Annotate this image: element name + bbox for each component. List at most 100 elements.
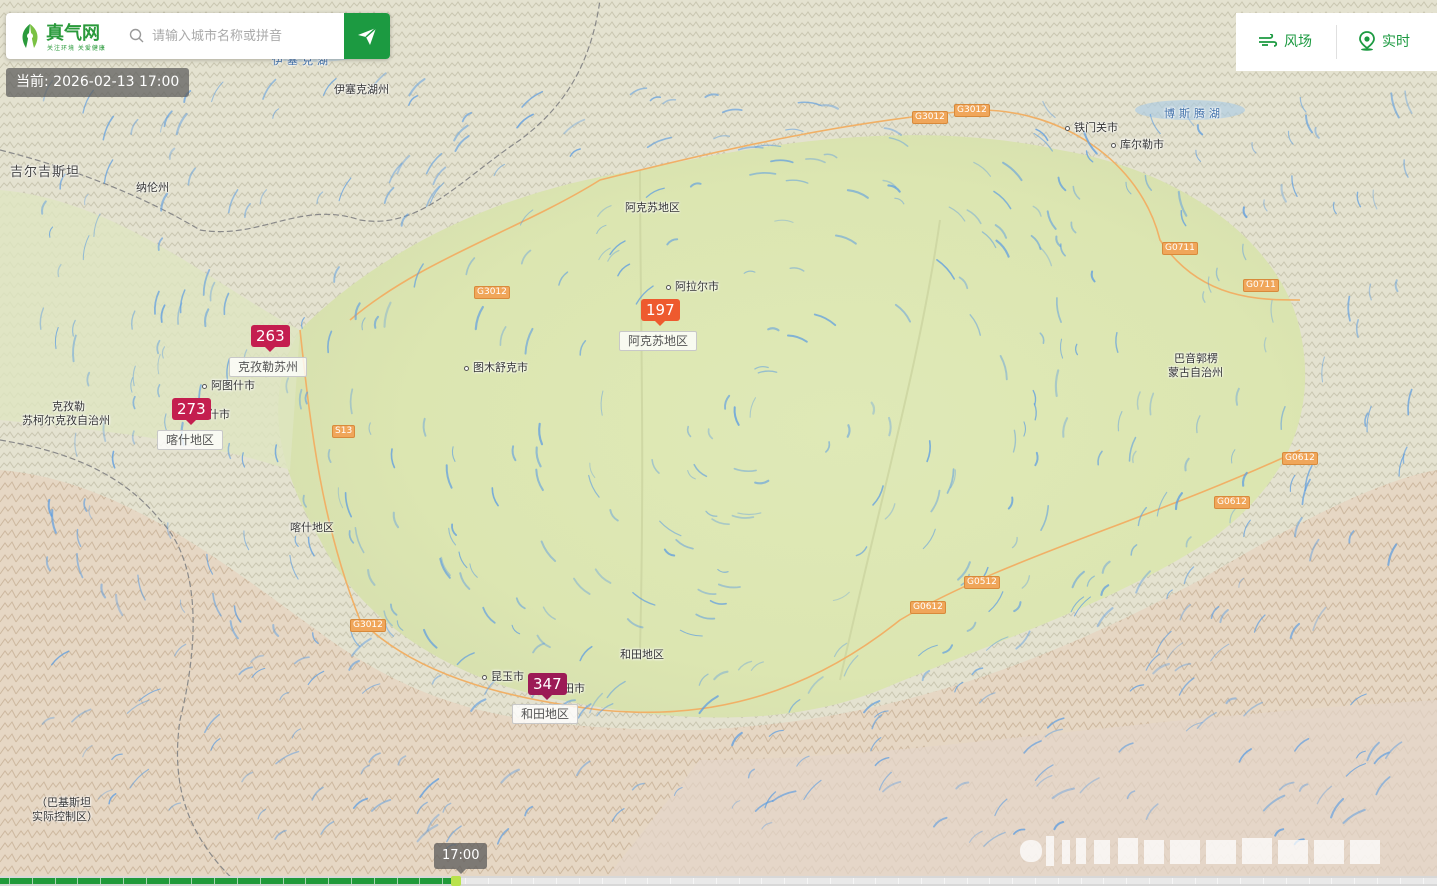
- wind-streak: [999, 355, 1008, 381]
- wind-streak: [451, 523, 457, 536]
- wind-streak: [651, 459, 660, 474]
- timeline-slider[interactable]: [0, 876, 1437, 886]
- wind-streak: [711, 518, 730, 526]
- wind-streak: [241, 771, 254, 783]
- wind-streak: [993, 190, 1012, 210]
- wind-streak: [392, 511, 400, 529]
- send-icon: [358, 27, 377, 45]
- wind-streak: [926, 440, 931, 463]
- wind-streak: [1055, 235, 1062, 248]
- wind-streak: [1023, 421, 1026, 437]
- wind-streak: [45, 556, 51, 572]
- brand-logo[interactable]: 真气网 关注环境 关爱健康: [16, 19, 124, 53]
- wind-streak: [496, 828, 510, 845]
- wind-streak: [1407, 388, 1413, 416]
- wind-streak: [432, 166, 447, 186]
- wind-streak: [894, 303, 912, 323]
- wind-streak: [1179, 603, 1191, 621]
- wind-streak: [1242, 243, 1247, 261]
- wind-streak: [1263, 199, 1268, 212]
- wind-streak: [1347, 295, 1351, 322]
- timeline-tick: [397, 878, 398, 884]
- realtime-button[interactable]: 实时: [1358, 13, 1410, 71]
- wind-streak: [348, 659, 360, 671]
- wind-streak: [1156, 491, 1168, 517]
- search-button[interactable]: [344, 13, 390, 59]
- wind-streak: [884, 503, 896, 520]
- wind-streak: [887, 416, 892, 437]
- wind-streak: [833, 642, 848, 658]
- wind-streak: [354, 302, 361, 321]
- wind-streak: [1287, 130, 1294, 145]
- timeline-tick: [374, 878, 375, 884]
- aqi-region-akesu[interactable]: 阿克苏地区: [619, 331, 698, 351]
- wind-streak: [1053, 820, 1065, 831]
- label-bayingol-1: 巴音郭楞: [1174, 352, 1218, 365]
- timeline-tick: [283, 878, 284, 884]
- wind-streak: [805, 158, 826, 164]
- wind-streak: [111, 450, 116, 469]
- aqi-marker-kizilsu[interactable]: 263: [251, 325, 290, 352]
- wind-streak: [1384, 741, 1403, 760]
- wind-streak: [589, 692, 604, 714]
- wind-streak: [1278, 781, 1295, 791]
- wind-streak: [161, 346, 166, 359]
- aqi-region-hotan[interactable]: 和田地区: [512, 704, 579, 724]
- search-panel: 真气网 关注环境 关爱健康: [6, 13, 390, 59]
- timeline-tick: [693, 878, 694, 884]
- wind-streak: [1251, 141, 1257, 154]
- wind-streak: [930, 489, 941, 513]
- wind-streak: [1083, 130, 1098, 155]
- wind-streak: [524, 805, 534, 817]
- timeline-tick: [921, 878, 922, 884]
- brand-name: 真气网: [46, 23, 100, 44]
- aqi-marker-kashi[interactable]: 273: [172, 398, 211, 425]
- timeline-tick: [761, 878, 762, 884]
- wind-streak: [717, 568, 729, 573]
- wind-streak: [1309, 538, 1320, 562]
- wind-streak: [770, 159, 794, 164]
- aqi-marker-hotan[interactable]: 347: [528, 673, 567, 700]
- label-alaer: 阿拉尔市: [666, 280, 719, 293]
- wind-streak: [1057, 176, 1067, 192]
- aqi-marker-akesu[interactable]: 197: [641, 299, 680, 326]
- label-kizilsu-1: 克孜勒: [52, 400, 85, 413]
- wind-streak: [1085, 150, 1094, 163]
- wind-streak: [50, 650, 70, 666]
- wind-streak: [416, 801, 428, 815]
- wind-streak: [243, 530, 250, 551]
- timeline-tick: [488, 878, 489, 884]
- wind-streak: [57, 264, 62, 278]
- timeline-tick: [1263, 878, 1264, 884]
- wind-streak: [609, 240, 626, 256]
- wind-streak: [757, 370, 778, 374]
- wind-streak: [1202, 291, 1206, 303]
- wind-streak: [520, 249, 532, 265]
- wind-streak: [767, 327, 780, 332]
- wind-field-button[interactable]: 风场: [1258, 13, 1312, 71]
- wind-streak: [1071, 570, 1085, 589]
- wind-streak: [368, 752, 381, 763]
- wind-streak: [461, 111, 473, 123]
- timeline-handle[interactable]: [451, 876, 461, 886]
- wind-streak: [153, 290, 160, 315]
- wind-streak: [384, 621, 394, 637]
- aqi-region-kizilsu[interactable]: 克孜勒苏州: [229, 357, 308, 377]
- aqi-region-kashi[interactable]: 喀什地区: [157, 430, 224, 450]
- wind-streak: [1090, 270, 1096, 283]
- wind-streak: [327, 449, 332, 463]
- wind-streak: [465, 257, 476, 276]
- wind-streak: [83, 498, 88, 512]
- timeline-tick: [9, 878, 10, 884]
- wind-streak: [1356, 750, 1366, 759]
- wind-streak: [274, 829, 287, 840]
- road-shield: G0612: [1214, 496, 1250, 509]
- wind-streak: [160, 304, 166, 323]
- wind-streak: [882, 781, 902, 793]
- wind-streak: [1332, 201, 1337, 215]
- map-canvas[interactable]: 阿克苏地区 阿拉尔市 图木舒克市 阿图什市 什市 克孜勒 苏柯尔克孜自治州 喀什…: [0, 0, 1437, 886]
- timeline-tick: [784, 878, 785, 884]
- label-kashi-city: 什市: [208, 408, 230, 421]
- search-input[interactable]: [152, 25, 337, 47]
- wind-streak: [458, 551, 468, 569]
